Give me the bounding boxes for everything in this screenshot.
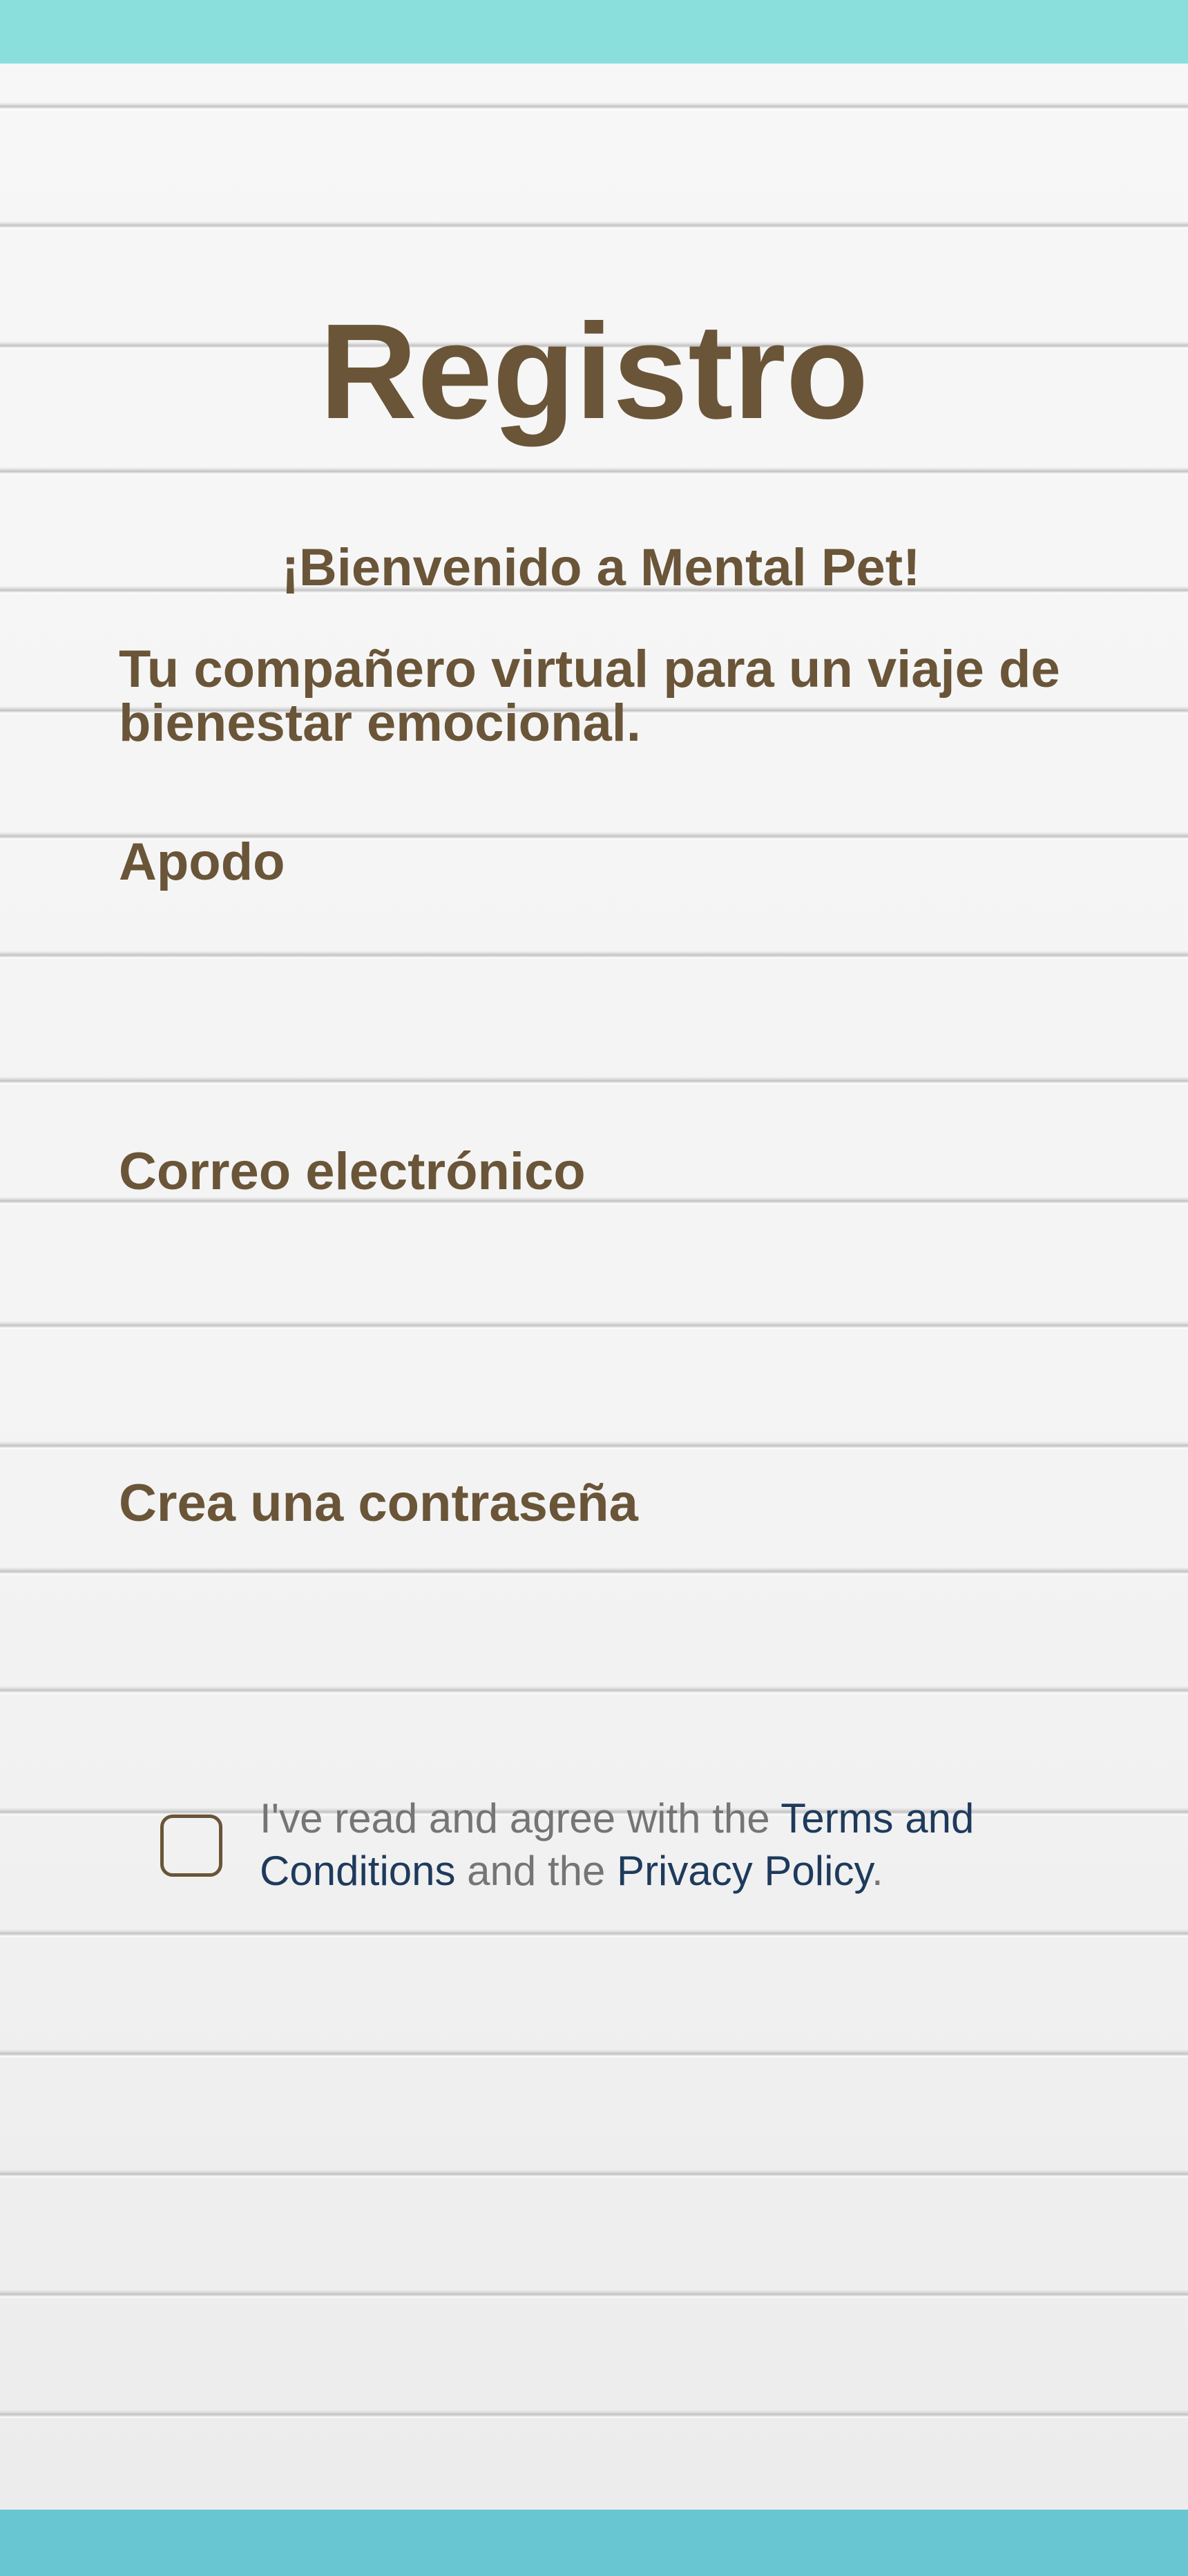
tagline: Tu compañero virtual para un viaje de bi… [119,640,1060,752]
plank-line [0,1686,1188,1694]
bottom-bar [0,2510,1188,2576]
agreement-text: I've read and agree with the Terms and C… [260,1792,1089,1897]
agreement-text-middle: and the [455,1848,617,1894]
welcome-message: ¡Bienvenido a Mental Pet! [281,538,921,597]
plank-line [0,1441,1188,1450]
nickname-input[interactable] [119,919,1075,1010]
plank-line [0,467,1188,475]
nickname-label: Apodo [119,833,285,891]
email-input[interactable] [119,1230,1075,1321]
plank-line [0,1929,1188,1938]
plank-line [0,221,1188,229]
email-label: Correo electrónico [119,1142,586,1201]
page-title: Registro [319,296,869,447]
plank-line [0,102,1188,111]
plank-line [0,2049,1188,2058]
plank-line [0,1077,1188,1085]
password-label: Crea una contraseña [119,1474,638,1533]
top-bar [0,0,1188,64]
plank-line [0,2410,1188,2418]
agreement-text-before: I've read and agree with the [260,1795,781,1841]
plank-line [0,2290,1188,2298]
plank-line [0,2170,1188,2178]
agreement-text-after: . [872,1848,883,1894]
password-input[interactable] [119,1563,1075,1654]
privacy-policy-link[interactable]: Privacy Policy [617,1848,872,1894]
terms-checkbox[interactable] [160,1815,222,1877]
plank-line [0,1321,1188,1329]
